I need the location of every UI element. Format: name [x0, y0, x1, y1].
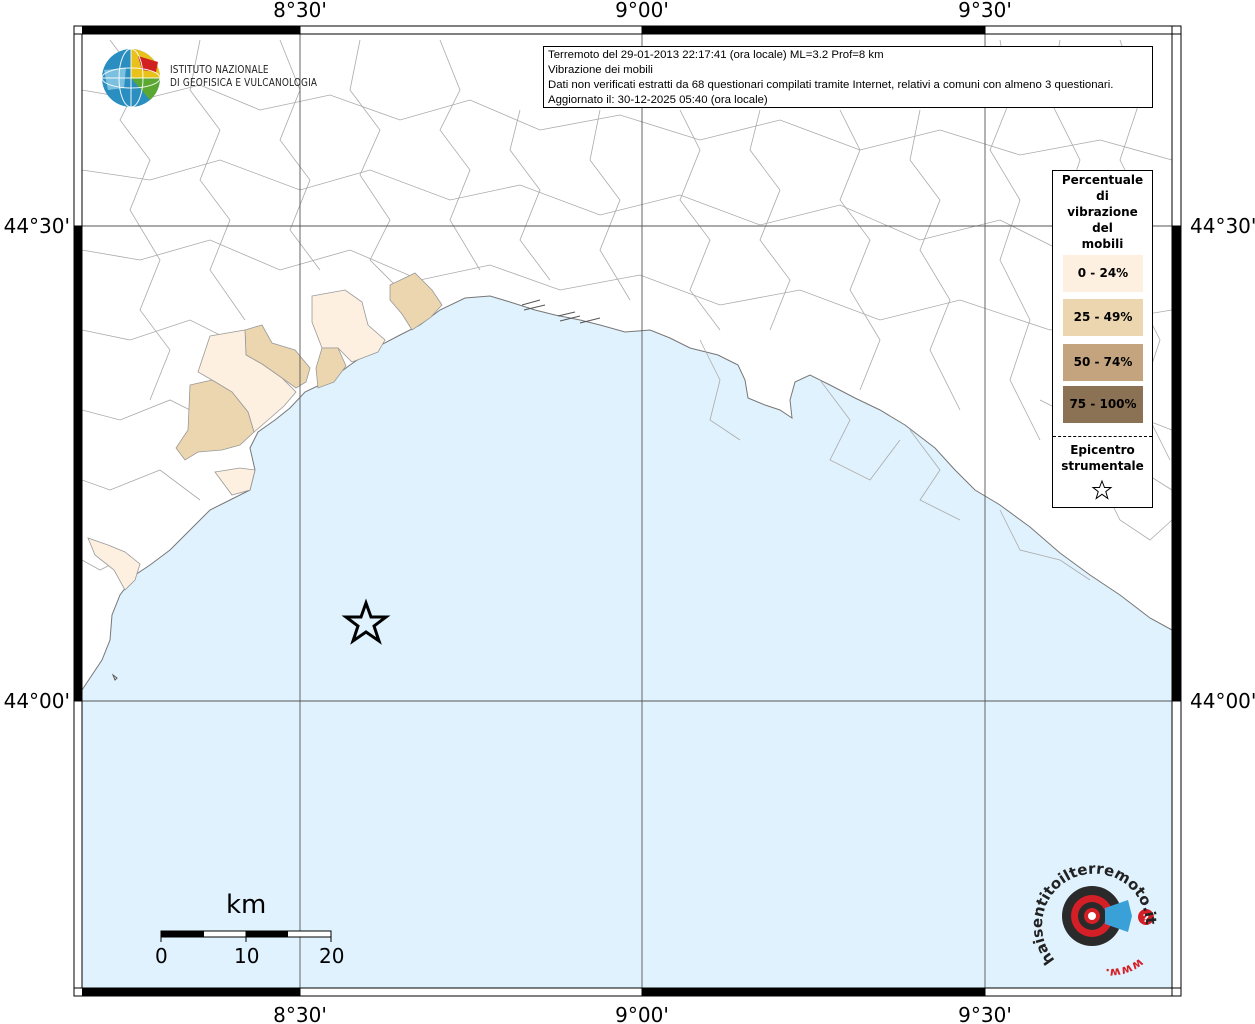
legend-swatch-3: 75 - 100%	[1063, 386, 1143, 423]
scale-label-20: 20	[319, 944, 345, 968]
epicenter-label: Epicentro strumentale	[1061, 443, 1144, 473]
data-note: Dati non verificati estratti da 68 quest…	[548, 79, 1114, 91]
top-label-3: 9°30'	[958, 0, 1012, 22]
update-time: Aggiornato il: 30-12-2025 05:40 (ora loc…	[548, 94, 768, 106]
ingv-logo-text: ISTITUTO NAZIONALE DI GEOFISICA E VULCAN…	[170, 64, 317, 90]
legend-swatch-1: 25 - 49%	[1063, 299, 1143, 336]
scale-label-10: 10	[234, 944, 260, 968]
map-subject: Vibrazione dei mobili	[548, 64, 653, 76]
map: 8°30' 9°00' 9°30' 8°30' 9°00' 9°30' 44°3…	[4, 0, 1255, 1024]
left-label-2: 44°00'	[4, 689, 70, 713]
left-label-1: 44°30'	[4, 214, 70, 238]
legend-swatch-0: 0 - 24%	[1063, 255, 1143, 292]
event-title: Terremoto del 29-01-2013 22:17:41 (ora l…	[548, 49, 884, 61]
legend-title: Percentuale di vibrazione del mobili	[1061, 173, 1144, 251]
bottom-label-2: 9°00'	[615, 1003, 669, 1024]
ingv-line-2: DI GEOFISICA E VULCANOLOGIA	[170, 77, 318, 89]
legend: Percentuale di vibrazione del mobili 0 -…	[1052, 170, 1153, 508]
right-label-2: 44°00'	[1190, 689, 1255, 713]
legend-swatch-2: 50 - 74%	[1063, 344, 1143, 381]
right-label-1: 44°30'	[1190, 214, 1255, 238]
legend-star-icon	[1091, 479, 1113, 500]
top-label-1: 8°30'	[273, 0, 327, 22]
bottom-label-3: 9°30'	[958, 1003, 1012, 1024]
top-label-2: 9°00'	[615, 0, 669, 22]
bottom-label-1: 8°30'	[273, 1003, 327, 1024]
legend-separator	[1053, 436, 1152, 437]
scale-title: km	[226, 890, 267, 920]
ingv-globe-icon	[101, 48, 161, 108]
scale-label-0: 0	[155, 944, 168, 968]
ingv-line-1: ISTITUTO NAZIONALE	[170, 64, 269, 76]
event-info-box: Terremoto del 29-01-2013 22:17:41 (ora l…	[543, 46, 1153, 108]
